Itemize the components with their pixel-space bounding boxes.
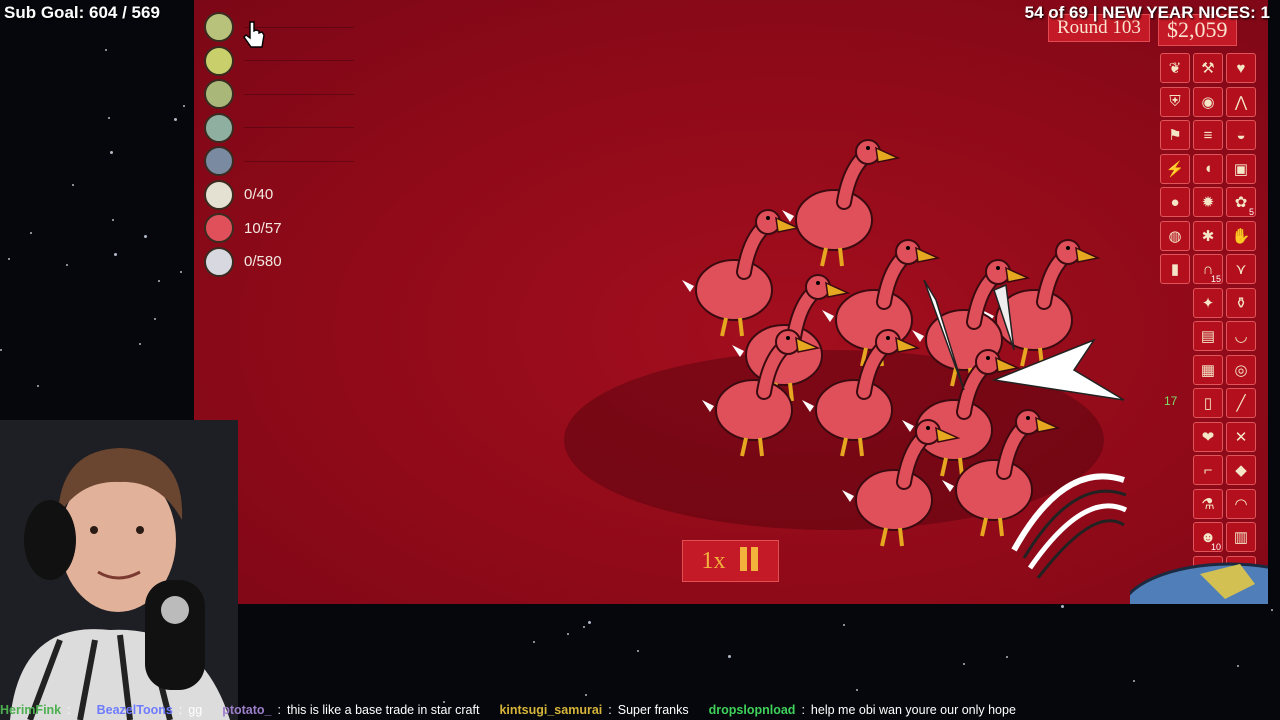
star: [110, 151, 113, 154]
chat-separator: :: [277, 703, 281, 717]
game-viewport[interactable]: 0/40 10/57 0/580 Round 103 $2,059 ❦ ⚒ ♥ ⛨ ◉ ⋀ ⚑ ≡…: [194, 0, 1268, 604]
chat-message: help me obi wan youre our only hope: [810, 703, 1016, 717]
star: [585, 694, 587, 696]
star: [112, 219, 114, 221]
sub-goal-counter: Sub Goal: 604 / 569: [4, 3, 160, 22]
chat-separator: :: [67, 703, 71, 717]
star: [963, 663, 965, 665]
chat-separator: :: [178, 703, 183, 717]
chat-message: Super franks: [617, 703, 689, 717]
chat-separator: :: [801, 703, 805, 717]
star: [108, 117, 110, 119]
speed-control[interactable]: 1x: [682, 540, 779, 582]
star: [183, 105, 185, 107]
star: [533, 641, 535, 643]
star: [158, 280, 160, 282]
chat-separator: :: [608, 703, 612, 717]
star: [8, 258, 10, 260]
webcam-feed: [0, 420, 238, 720]
chat-username[interactable]: BeazelToons: [97, 703, 173, 717]
star: [567, 633, 569, 635]
star: [114, 253, 117, 256]
chat-username[interactable]: kintsugi_samurai: [499, 703, 602, 717]
chat-message: this is like a base trade in star craft: [286, 703, 480, 717]
star: [144, 235, 147, 238]
star: [180, 271, 182, 273]
star: [583, 626, 585, 628]
chat-ticker: HerimFink: BeazelToons: gg ptotato_: this is…: [0, 700, 1280, 720]
chat-username[interactable]: HerimFink: [0, 703, 61, 717]
star: [1061, 605, 1064, 608]
enemy-flock: [564, 0, 1128, 579]
star: [637, 650, 639, 652]
star: [1133, 680, 1135, 682]
pause-icon[interactable]: [738, 546, 760, 576]
duck-enemy: [782, 140, 898, 266]
star: [72, 184, 74, 186]
stream-status-text: 54 of 69 | NEW YEAR NICES: 1: [1024, 3, 1270, 22]
star: [1271, 609, 1273, 611]
star: [1237, 665, 1239, 667]
star: [843, 624, 845, 626]
star: [174, 118, 177, 121]
star: [856, 689, 858, 691]
star: [66, 264, 68, 266]
star: [1006, 656, 1008, 658]
star: [0, 349, 2, 351]
star: [105, 49, 107, 51]
star: [154, 318, 156, 320]
chat-message: gg: [188, 703, 203, 717]
chat-username[interactable]: ptotato_: [222, 703, 271, 717]
star: [588, 621, 591, 624]
star: [139, 343, 141, 345]
duck-enemy: [682, 210, 798, 336]
chat-username[interactable]: dropslopnload: [709, 703, 796, 717]
star: [37, 385, 39, 387]
star: [728, 655, 731, 658]
star: [30, 232, 32, 234]
world-map-corner: [1130, 562, 1268, 604]
speed-label[interactable]: 1x: [702, 548, 726, 575]
